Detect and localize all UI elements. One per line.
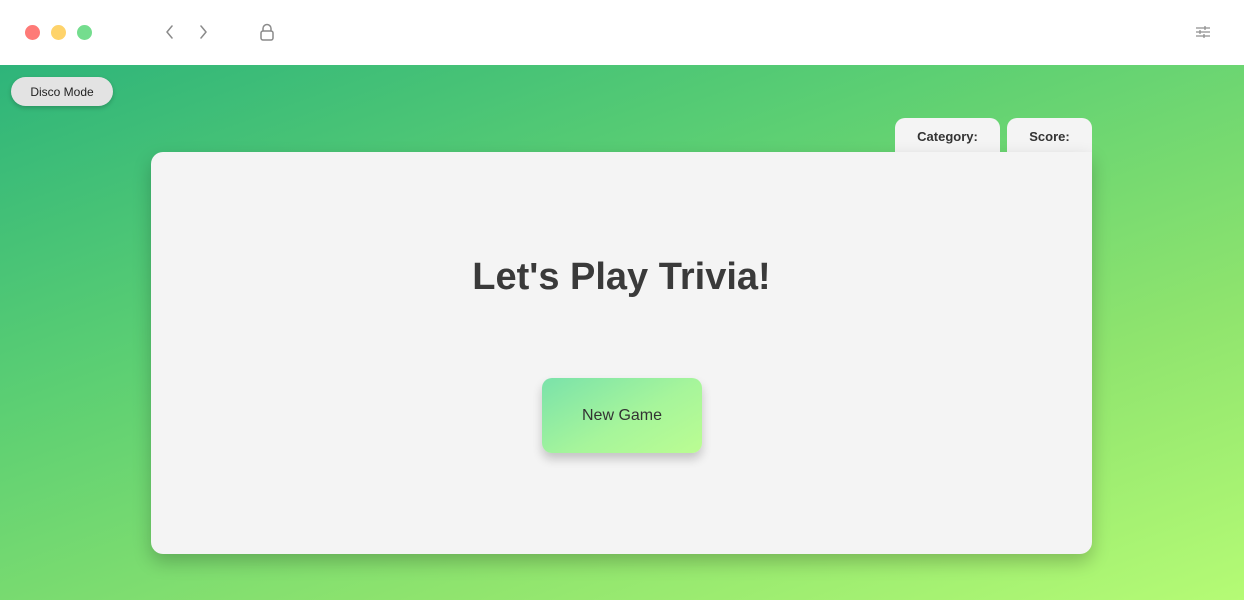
lock-icon xyxy=(257,22,277,42)
maximize-window-button[interactable] xyxy=(77,25,92,40)
trivia-card: Let's Play Trivia! New Game xyxy=(151,152,1092,554)
close-window-button[interactable] xyxy=(25,25,40,40)
disco-mode-button[interactable]: Disco Mode xyxy=(11,77,113,106)
chevron-left-icon xyxy=(166,25,173,39)
browser-toolbar xyxy=(0,0,1244,65)
minimize-window-button[interactable] xyxy=(51,25,66,40)
page-title: Let's Play Trivia! xyxy=(472,256,771,298)
sliders-icon xyxy=(1196,26,1210,38)
browser-window: Disco Mode Category: Score: Let's Play T… xyxy=(0,0,1244,600)
back-button[interactable] xyxy=(160,22,180,42)
forward-button[interactable] xyxy=(193,22,213,42)
page-viewport: Disco Mode Category: Score: Let's Play T… xyxy=(0,65,1244,600)
chevron-right-icon xyxy=(200,25,207,39)
settings-sliders-button[interactable] xyxy=(1193,22,1213,42)
new-game-button[interactable]: New Game xyxy=(542,378,702,453)
